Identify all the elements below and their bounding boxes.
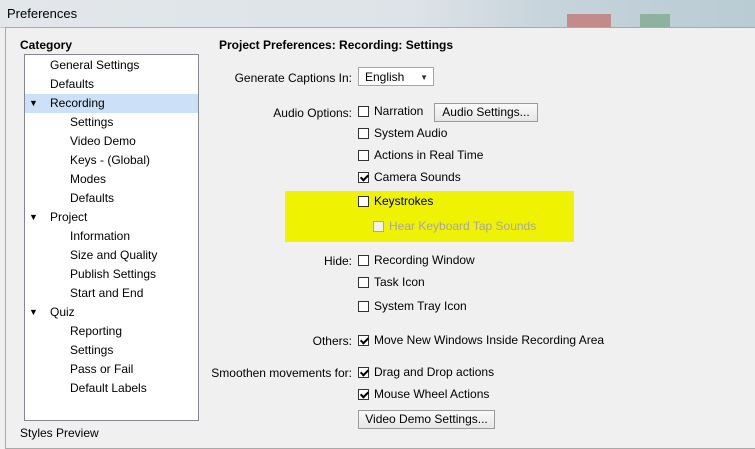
checkbox-box[interactable] <box>358 196 369 207</box>
sidebar-item-label: Settings <box>70 343 114 357</box>
sidebar-item-label: Size and Quality <box>70 248 158 262</box>
checkbox-box[interactable] <box>358 150 369 161</box>
sidebar-item[interactable]: ▼ Project <box>25 208 198 227</box>
recording-window-checkbox[interactable]: Recording Window <box>358 253 488 269</box>
drag-drop-label: Drag and Drop actions <box>374 365 495 379</box>
task-icon-label: Task Icon <box>374 275 425 289</box>
actions-real-time-checkbox[interactable]: Actions in Real Time <box>358 148 508 164</box>
keystrokes-checkbox[interactable]: Keystrokes <box>358 194 468 210</box>
sidebar-item[interactable]: Publish Settings <box>25 265 198 284</box>
title-bar-decoration <box>640 14 670 27</box>
sidebar-item-label: Quiz <box>50 305 75 319</box>
sidebar-item[interactable]: Pass or Fail <box>25 360 198 379</box>
sidebar-item[interactable]: Defaults <box>25 75 198 94</box>
sidebar-item[interactable]: Start and End <box>25 284 198 303</box>
recording-window-label: Recording Window <box>374 253 475 267</box>
checkbox-box[interactable] <box>358 255 369 266</box>
move-windows-checkbox[interactable]: Move New Windows Inside Recording Area <box>358 333 618 349</box>
sidebar-item-label: Reporting <box>70 324 123 338</box>
sidebar-item[interactable]: ▼ Recording <box>25 94 198 113</box>
others-label: Others: <box>312 334 352 348</box>
system-audio-label: System Audio <box>374 126 448 140</box>
expand-arrow-icon[interactable]: ▼ <box>29 94 38 113</box>
sidebar-item[interactable]: ▼ Quiz <box>25 303 198 322</box>
checkbox-box[interactable] <box>358 301 369 312</box>
checkbox-box[interactable] <box>358 389 369 400</box>
category-tree[interactable]: General Settings Defaults ▼ Recording Settin… <box>24 54 199 421</box>
mouse-wheel-checkbox[interactable]: Mouse Wheel Actions <box>358 387 508 403</box>
hide-label: Hide: <box>323 254 352 268</box>
smoothen-label: Smoothen movements for: <box>211 366 352 380</box>
sidebar-item[interactable]: Modes <box>25 170 198 189</box>
keyboard-tap-label: Hear Keyboard Tap Sounds <box>389 219 537 233</box>
camera-sounds-label: Camera Sounds <box>374 170 461 184</box>
title-bar: Preferences <box>0 0 755 28</box>
checkbox-box[interactable] <box>358 277 369 288</box>
checkbox-box <box>373 221 384 232</box>
sidebar-item[interactable]: Size and Quality <box>25 246 198 265</box>
sidebar-item[interactable]: General Settings <box>25 56 198 75</box>
sidebar-item[interactable]: Reporting <box>25 322 198 341</box>
sidebar-item[interactable]: Information <box>25 227 198 246</box>
checkbox-box[interactable] <box>358 172 369 183</box>
system-tray-icon-label: System Tray Icon <box>374 299 467 313</box>
sidebar-item-label: Video Demo <box>70 134 136 148</box>
keystrokes-label: Keystrokes <box>374 194 434 208</box>
sidebar-item-label: Start and End <box>70 286 144 300</box>
sidebar-item-label: Publish Settings <box>70 267 157 281</box>
task-icon-checkbox[interactable]: Task Icon <box>358 275 458 291</box>
video-demo-settings-button[interactable]: Video Demo Settings... <box>358 410 495 429</box>
sidebar-item[interactable]: Settings <box>25 341 198 360</box>
sidebar-item-label: Settings <box>70 115 114 129</box>
sidebar-item-label: Modes <box>70 172 107 186</box>
sidebar-item-label: Default Labels <box>70 381 147 395</box>
sidebar-item[interactable]: Defaults <box>25 189 198 208</box>
sidebar-item-label: Project <box>50 210 88 224</box>
audio-options-label: Audio Options: <box>273 106 352 120</box>
narration-checkbox[interactable]: Narration <box>358 104 438 120</box>
chevron-down-icon: ▼ <box>420 73 428 82</box>
sidebar-item[interactable]: Video Demo <box>25 132 198 151</box>
captions-language-select[interactable]: English ▼ <box>358 67 434 86</box>
sidebar-item-label: Recording <box>50 96 105 110</box>
mouse-wheel-label: Mouse Wheel Actions <box>374 387 490 401</box>
drag-drop-checkbox[interactable]: Drag and Drop actions <box>358 365 508 381</box>
sidebar-item-label: Defaults <box>50 77 95 91</box>
sidebar-item-label: Defaults <box>70 191 115 205</box>
move-windows-label: Move New Windows Inside Recording Area <box>374 333 605 347</box>
keyboard-tap-checkbox: Hear Keyboard Tap Sounds <box>373 219 563 235</box>
narration-label: Narration <box>374 104 424 118</box>
checkbox-box[interactable] <box>358 106 369 117</box>
styles-preview-label[interactable]: Styles Preview <box>20 426 99 440</box>
sidebar-item[interactable]: Keys - (Global) <box>25 151 198 170</box>
sidebar-item-label: Pass or Fail <box>70 362 134 376</box>
captions-label: Generate Captions In: <box>234 71 352 85</box>
window-title: Preferences <box>7 6 78 21</box>
category-heading: Category <box>20 38 73 52</box>
checkbox-box[interactable] <box>358 335 369 346</box>
sidebar-item[interactable]: Default Labels <box>25 379 198 398</box>
page-title: Project Preferences: Recording: Settings <box>219 38 454 52</box>
title-bar-decoration <box>567 14 611 27</box>
system-audio-checkbox[interactable]: System Audio <box>358 126 478 142</box>
system-tray-icon-checkbox[interactable]: System Tray Icon <box>358 299 488 315</box>
checkbox-box[interactable] <box>358 128 369 139</box>
actions-real-time-label: Actions in Real Time <box>374 148 484 162</box>
camera-sounds-checkbox[interactable]: Camera Sounds <box>358 170 478 186</box>
sidebar-item-label: Keys - (Global) <box>70 153 151 167</box>
captions-language-value: English <box>365 70 405 84</box>
expand-arrow-icon[interactable]: ▼ <box>29 208 38 227</box>
expand-arrow-icon[interactable]: ▼ <box>29 303 38 322</box>
sidebar-item-label: Information <box>70 229 131 243</box>
sidebar-item-label: General Settings <box>50 58 140 72</box>
sidebar-item[interactable]: Settings <box>25 113 198 132</box>
checkbox-box[interactable] <box>358 367 369 378</box>
audio-settings-button[interactable]: Audio Settings... <box>434 103 538 122</box>
